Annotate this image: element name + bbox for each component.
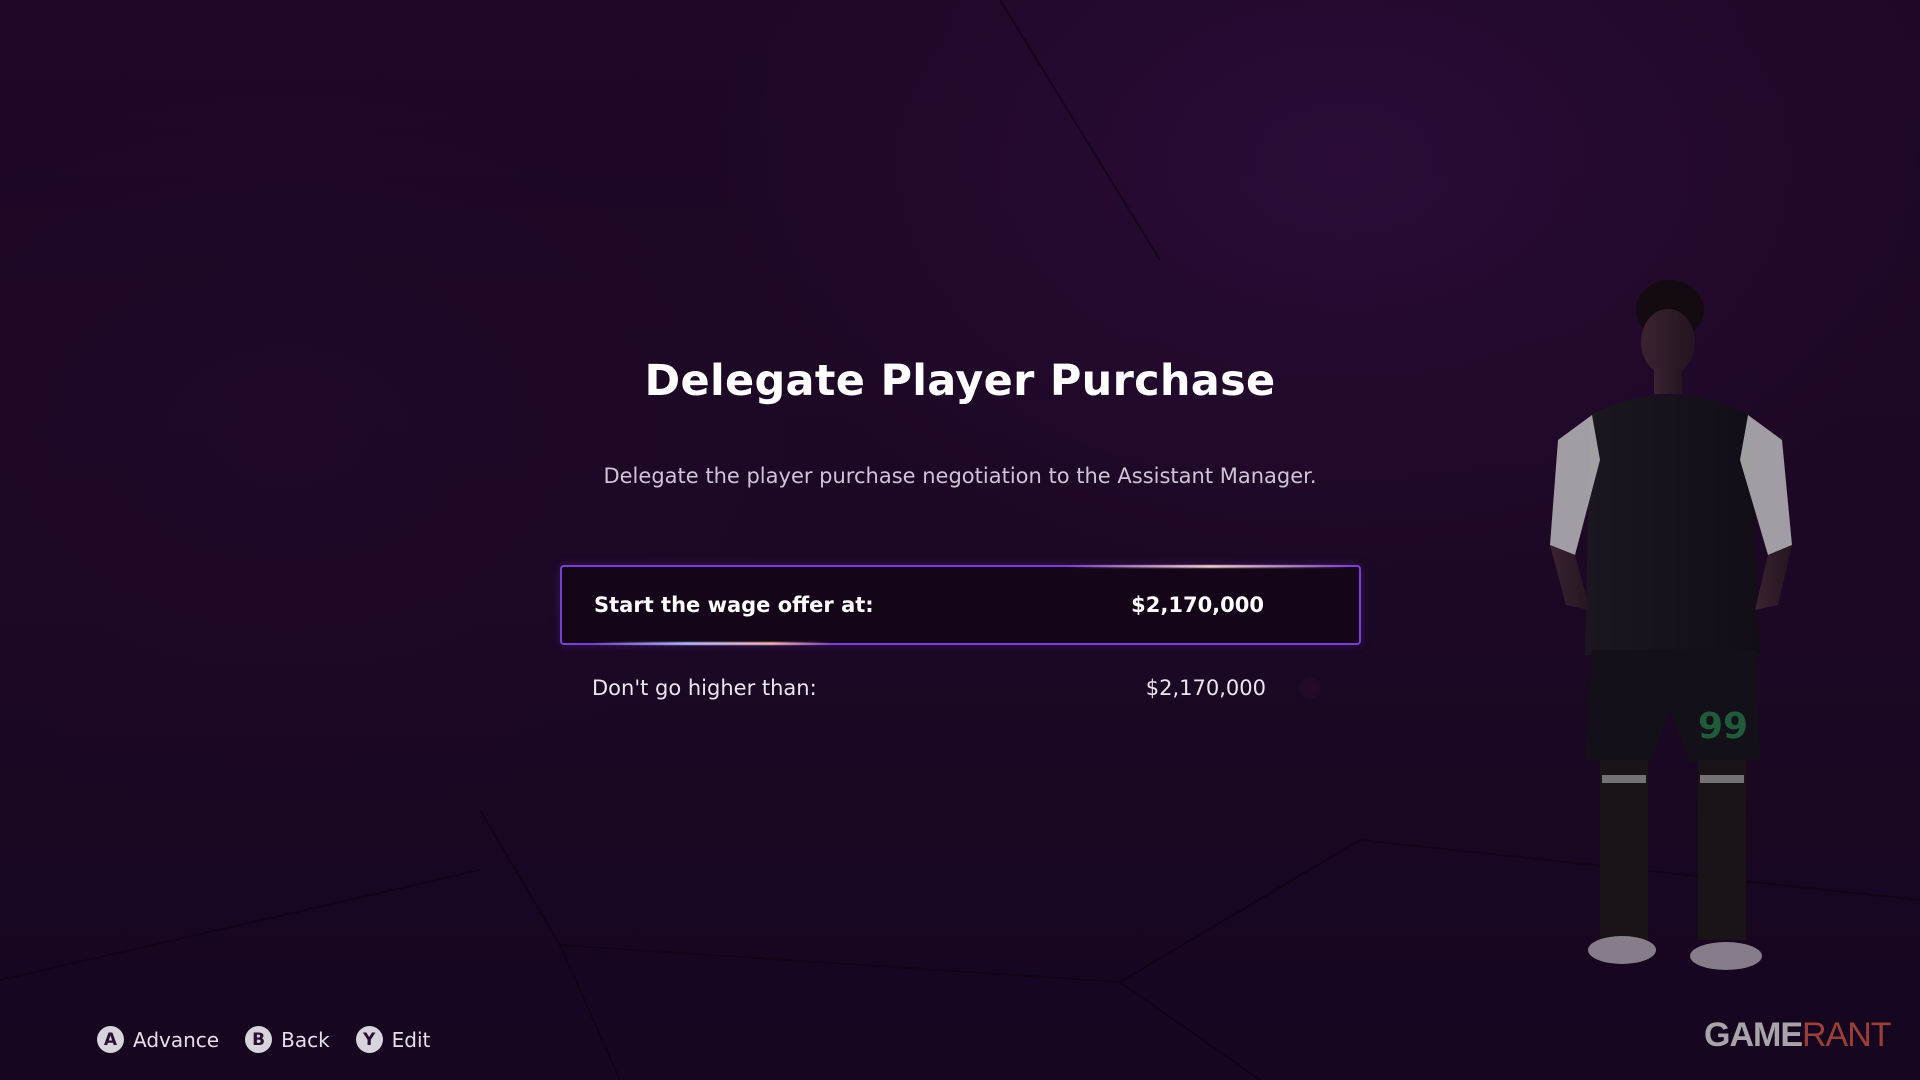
hint-edit[interactable]: Y Edit <box>355 1026 431 1053</box>
option-value: $2,170,000 <box>1131 593 1264 617</box>
shirt-number: 99 <box>1698 706 1748 747</box>
y-button-icon: Y <box>355 1026 383 1053</box>
hint-back[interactable]: B Back <box>245 1026 330 1053</box>
button-hints: A Advance B Back Y Edit <box>97 1026 430 1053</box>
option-label: Start the wage offer at: <box>594 593 874 617</box>
option-label: Don't go higher than: <box>592 676 817 700</box>
hint-label: Edit <box>391 1027 431 1052</box>
page-title: Delegate Player Purchase <box>644 356 1276 406</box>
edit-indicator-icon <box>1297 675 1323 701</box>
wage-offer-start-option[interactable]: Start the wage offer at: $2,170,000 <box>560 565 1361 645</box>
selection-glow-bottom <box>592 642 832 645</box>
player-model: 99 <box>1550 280 1792 970</box>
hint-advance[interactable]: A Advance <box>97 1026 219 1053</box>
selection-glow-top <box>1065 565 1355 568</box>
option-value: $2,170,000 <box>1145 676 1266 700</box>
a-button-icon: A <box>97 1026 124 1053</box>
page-subtitle: Delegate the player purchase negotiation… <box>603 464 1317 488</box>
wage-offer-max-option[interactable]: Don't go higher than: $2,170,000 <box>560 648 1361 728</box>
hint-label: Back <box>281 1027 330 1052</box>
hint-label: Advance <box>133 1027 220 1052</box>
b-button-icon: B <box>245 1026 273 1053</box>
gamerant-watermark: GAMERANT <box>1704 1016 1892 1054</box>
